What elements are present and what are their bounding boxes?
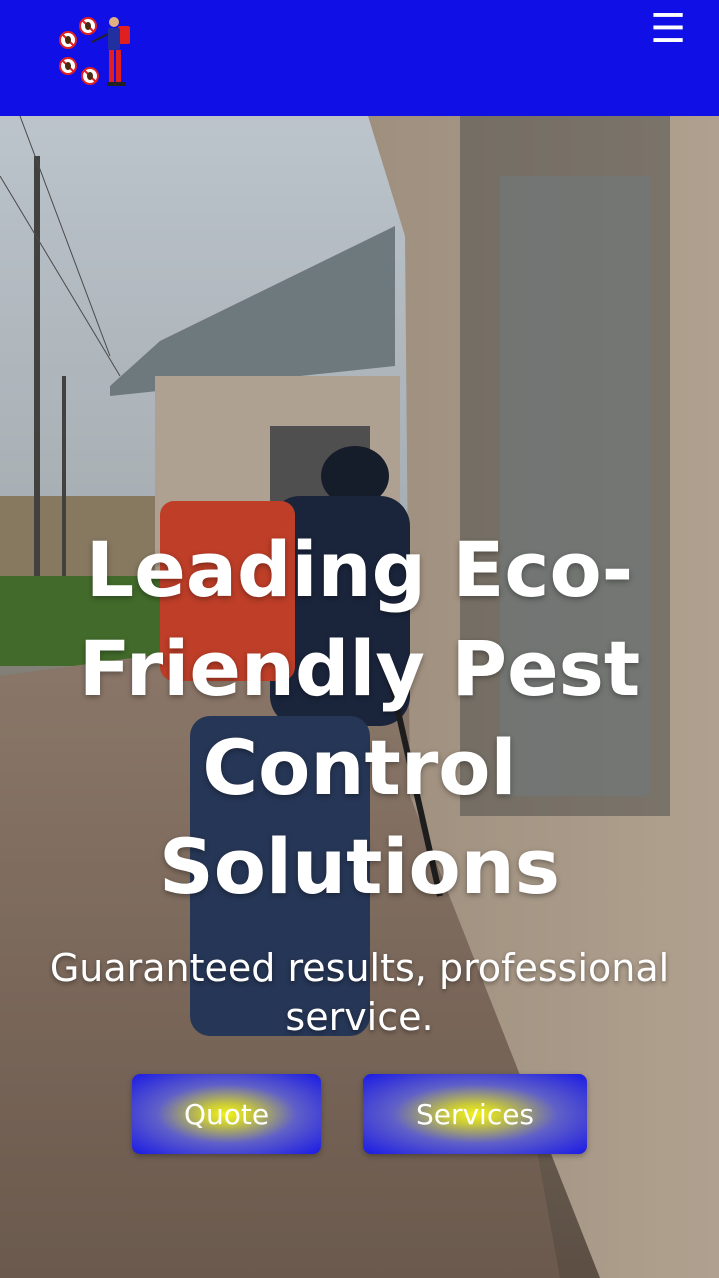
services-button[interactable]: Services xyxy=(363,1074,587,1154)
hamburger-menu-icon[interactable]: ☰ xyxy=(646,4,690,54)
bug-icon-4 xyxy=(81,67,99,85)
hero-section: Leading Eco-Friendly Pest Control Soluti… xyxy=(0,116,719,1278)
site-header: ☰ xyxy=(0,0,719,116)
bug-icon-2 xyxy=(79,17,97,35)
quote-button[interactable]: Quote xyxy=(132,1074,321,1154)
hero-headline: Leading Eco-Friendly Pest Control Soluti… xyxy=(78,525,641,911)
pest-control-logo[interactable] xyxy=(52,12,140,92)
hero-subheadline: Guaranteed results, professional service… xyxy=(49,946,670,1039)
bug-icon-3 xyxy=(59,57,77,75)
bug-icon-1 xyxy=(59,31,77,49)
